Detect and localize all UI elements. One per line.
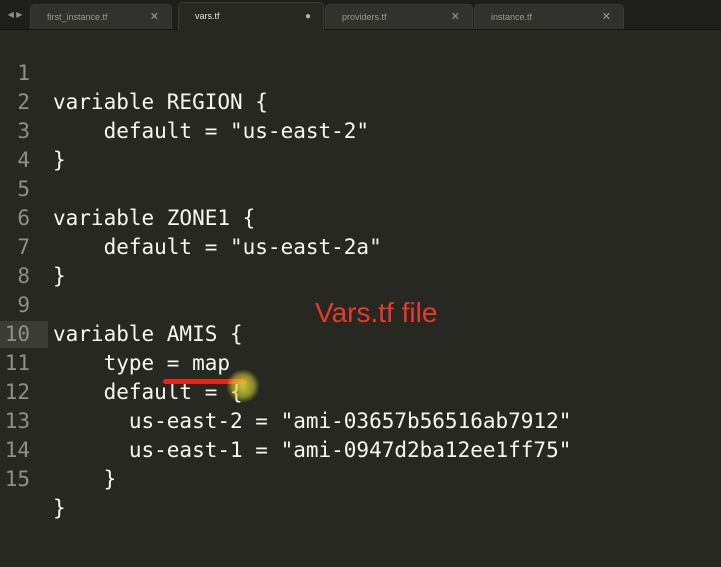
tab-instance-tf[interactable]: instance.tf ✕ [474,4,624,29]
annotation-label: Vars.tf file [315,297,438,328]
code-line: 13 us-east-1 = "ami-0947d2ba12ee1ff75" [0,378,721,462]
close-icon[interactable]: ✕ [602,5,611,29]
mouse-highlight-icon [226,369,260,403]
tab-label: instance.tf [491,12,533,22]
tab-label: vars.tf [195,11,220,21]
editor-window: ◀ ▶ first_instance.tf ✕ vars.tf ● provid… [0,0,721,567]
code-line: 14 } [0,407,721,491]
tab-first-instance-tf[interactable]: first_instance.tf ✕ [30,4,172,29]
close-icon[interactable]: ✕ [150,5,159,29]
code-text[interactable]: } [53,494,66,523]
code-line: 6 default = "us-east-2a" [0,175,721,259]
code-line: 5 variable ZONE1 { [0,146,721,230]
code-line: 15 } [0,436,721,520]
close-icon[interactable]: ✕ [451,5,460,29]
code-editor[interactable]: 1 variable REGION { 2 default = "us-east… [0,30,721,567]
code-line: 3 } [0,88,721,172]
unsaved-dot-icon[interactable]: ● [305,3,311,30]
tab-providers-tf[interactable]: providers.tf ✕ [325,4,473,29]
tab-navigation-arrows-icon[interactable]: ◀ ▶ [0,0,30,29]
tab-label: providers.tf [342,12,387,22]
tab-bar: ◀ ▶ first_instance.tf ✕ vars.tf ● provid… [0,0,721,30]
code-line: 8 [0,233,721,288]
code-line: 1 variable REGION { [0,30,721,114]
code-line: 7 } [0,204,721,288]
code-line: 9 variable AMIS { [0,262,721,346]
tab-vars-tf[interactable]: vars.tf ● [178,2,324,30]
code-line: 2 default = "us-east-2" [0,59,721,143]
code-line: 12 us-east-2 = "ami-03657b56516ab7912" [0,349,721,433]
tab-label: first_instance.tf [47,12,108,22]
line-number: 15 [4,467,30,491]
code-line: 4 [0,117,721,172]
